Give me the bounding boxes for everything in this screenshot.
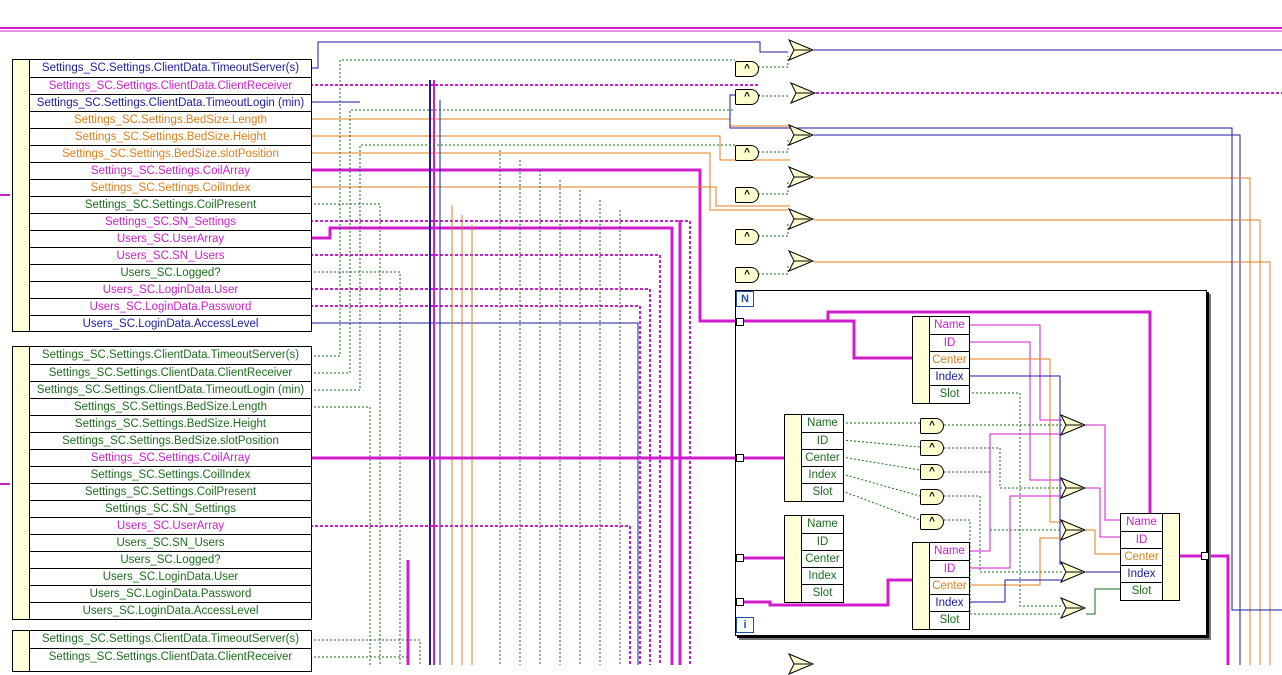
select-node[interactable] — [788, 208, 814, 230]
select-node[interactable] — [788, 250, 814, 272]
and-gate[interactable]: ^ — [735, 267, 759, 283]
loop-count-terminal[interactable]: N — [736, 291, 754, 307]
cluster-element-label[interactable]: Settings_SC.Settings.ClientData.TimeoutS… — [30, 347, 311, 363]
cluster-element-label[interactable]: Users_SC.LoginData.User — [30, 281, 311, 298]
cluster-element-label[interactable]: Settings_SC.Settings.BedSize.slotPositio… — [30, 145, 311, 162]
coil-field-label[interactable]: Name — [1121, 514, 1162, 530]
coil-field-label[interactable]: Name — [802, 415, 843, 431]
loop-tunnel[interactable] — [736, 598, 744, 606]
coil-field-label[interactable]: ID — [1121, 531, 1162, 548]
coil-field-label[interactable]: Center — [930, 577, 969, 594]
unbundle-cluster-1[interactable]: Settings_SC.Settings.ClientData.TimeoutS… — [12, 59, 312, 332]
cluster-element-label[interactable]: Settings_SC.SN_Settings — [30, 213, 311, 230]
coil-field-label[interactable]: Slot — [802, 483, 843, 500]
coil-field-label[interactable]: ID — [802, 432, 843, 449]
coil-field-label[interactable]: ID — [930, 334, 969, 351]
coil-field-label[interactable]: Index — [930, 594, 969, 611]
and-gate[interactable]: ^ — [920, 418, 944, 434]
select-node[interactable] — [788, 124, 814, 146]
cluster-element-label[interactable]: Settings_SC.Settings.BedSize.Height — [30, 128, 311, 145]
loop-tunnel[interactable] — [736, 554, 744, 562]
cluster-element-label[interactable]: Settings_SC.Settings.ClientData.ClientRe… — [30, 77, 311, 94]
and-gate[interactable]: ^ — [735, 145, 759, 161]
select-node[interactable] — [790, 82, 816, 104]
coil-field-label[interactable]: Slot — [1121, 582, 1162, 599]
select-node[interactable] — [788, 653, 814, 675]
unbundle-cluster-3[interactable]: Settings_SC.Settings.ClientData.TimeoutS… — [12, 630, 312, 672]
cluster-element-label[interactable]: Settings_SC.Settings.CoilIndex — [30, 466, 311, 483]
and-gate[interactable]: ^ — [735, 187, 759, 203]
cluster-element-label[interactable]: Settings_SC.Settings.ClientData.ClientRe… — [30, 364, 311, 381]
cluster-element-label[interactable]: Users_SC.UserArray — [30, 230, 311, 247]
coil-field-label[interactable]: ID — [802, 533, 843, 550]
cluster-element-label[interactable]: Settings_SC.Settings.ClientData.TimeoutL… — [30, 94, 311, 111]
coil-field-label[interactable]: Slot — [930, 385, 969, 402]
cluster-element-label[interactable]: Settings_SC.Settings.ClientData.TimeoutL… — [30, 381, 311, 398]
and-gate[interactable]: ^ — [920, 464, 944, 480]
loop-output-tunnel[interactable] — [1201, 552, 1209, 560]
and-gate[interactable]: ^ — [920, 489, 944, 505]
coil-field-label[interactable]: Index — [930, 368, 969, 385]
select-node[interactable] — [1060, 597, 1086, 619]
coil-field-label[interactable]: Index — [802, 567, 843, 584]
loop-tunnel[interactable] — [736, 454, 744, 462]
coil-field-label[interactable]: Center — [930, 351, 969, 368]
cluster-element-label[interactable]: Users_SC.UserArray — [30, 517, 311, 534]
select-node[interactable] — [1060, 519, 1086, 541]
and-gate[interactable]: ^ — [920, 440, 944, 456]
cluster-element-label[interactable]: Users_SC.LoginData.Password — [30, 298, 311, 315]
select-node[interactable] — [1060, 414, 1086, 436]
cluster-element-label[interactable]: Users_SC.SN_Users — [30, 534, 311, 551]
coil-field-label[interactable]: Name — [930, 317, 969, 333]
cluster-element-label[interactable]: Users_SC.LoginData.AccessLevel — [30, 315, 311, 332]
cluster-element-label[interactable]: Settings_SC.SN_Settings — [30, 500, 311, 517]
coil-field-label[interactable]: Slot — [930, 611, 969, 628]
select-node[interactable] — [788, 39, 814, 61]
cluster-element-label[interactable]: Settings_SC.Settings.BedSize.slotPositio… — [30, 432, 311, 449]
coil-field-label[interactable]: Slot — [802, 584, 843, 601]
cluster-element-label[interactable]: Settings_SC.Settings.ClientData.ClientRe… — [30, 648, 311, 665]
loop-iteration-terminal: i — [736, 617, 754, 633]
cluster-element-label[interactable]: Settings_SC.Settings.CoilPresent — [30, 483, 311, 500]
and-gate[interactable]: ^ — [920, 514, 944, 530]
and-gate[interactable]: ^ — [735, 61, 759, 77]
cluster-element-label[interactable]: Settings_SC.Settings.ClientData.TimeoutS… — [30, 631, 311, 647]
coil-field-label[interactable]: ID — [930, 560, 969, 577]
coil-unbundle-left-b[interactable]: Name ID Center Index Slot — [784, 515, 844, 603]
coil-bundle[interactable]: Name ID Center Index Slot — [1120, 513, 1180, 601]
select-node[interactable] — [1060, 561, 1086, 583]
coil-field-label[interactable]: Center — [802, 550, 843, 567]
coil-field-label[interactable]: Center — [802, 449, 843, 466]
cluster-element-label[interactable]: Users_SC.LoginData.User — [30, 568, 311, 585]
cluster-element-label[interactable]: Settings_SC.Settings.BedSize.Length — [30, 398, 311, 415]
cluster-element-label[interactable]: Users_SC.Logged? — [30, 264, 311, 281]
cluster-element-label[interactable]: Settings_SC.Settings.BedSize.Length — [30, 111, 311, 128]
coil-field-label[interactable]: Name — [930, 543, 969, 559]
cluster-element-label[interactable]: Users_SC.SN_Users — [30, 247, 311, 264]
select-node[interactable] — [1060, 477, 1086, 499]
coil-unbundle-top[interactable]: Name ID Center Index Slot — [912, 316, 970, 404]
cluster-element-label[interactable]: Settings_SC.Settings.CoilArray — [30, 449, 311, 466]
cluster-element-label[interactable]: Users_SC.Logged? — [30, 551, 311, 568]
coil-field-label[interactable]: Index — [802, 466, 843, 483]
cluster-element-label[interactable]: Settings_SC.Settings.CoilArray — [30, 162, 311, 179]
unbundle-cluster-2[interactable]: Settings_SC.Settings.ClientData.TimeoutS… — [12, 346, 312, 620]
cluster-element-label[interactable]: Settings_SC.Settings.CoilIndex — [30, 179, 311, 196]
cluster-element-label[interactable]: Users_SC.LoginData.AccessLevel — [30, 602, 311, 619]
and-gate[interactable]: ^ — [735, 89, 759, 105]
coil-field-label[interactable]: Center — [1121, 548, 1162, 565]
and-gate[interactable]: ^ — [735, 229, 759, 245]
loop-tunnel[interactable] — [736, 318, 744, 326]
coil-unbundle-bottom[interactable]: Name ID Center Index Slot — [912, 542, 970, 630]
cluster-element-label[interactable]: Settings_SC.Settings.CoilPresent — [30, 196, 311, 213]
cluster-element-label[interactable]: Users_SC.LoginData.Password — [30, 585, 311, 602]
coil-unbundle-left-a[interactable]: Name ID Center Index Slot — [784, 414, 844, 502]
cluster-element-label[interactable]: Settings_SC.Settings.BedSize.Height — [30, 415, 311, 432]
cluster-element-label[interactable]: Settings_SC.Settings.ClientData.TimeoutS… — [30, 60, 311, 76]
coil-field-label[interactable]: Index — [1121, 565, 1162, 582]
select-node[interactable] — [788, 166, 814, 188]
coil-field-label[interactable]: Name — [802, 516, 843, 532]
